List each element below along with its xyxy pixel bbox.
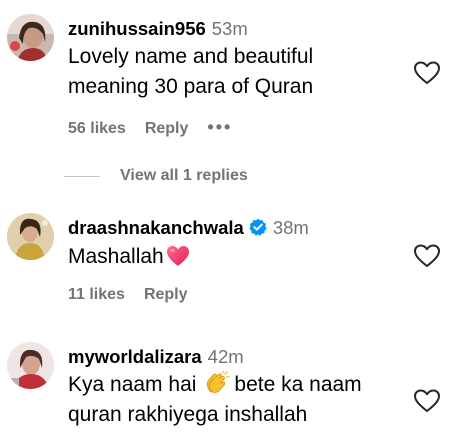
clapping-hands-emoji-icon [207,371,231,393]
like-heart-icon[interactable] [414,61,440,85]
comment-time: 42m [207,346,244,367]
username-link[interactable]: draashnakanchwala [68,217,244,238]
text-fragment: Kya naam hai [68,373,197,396]
avatar[interactable] [7,342,54,389]
comment-username[interactable]: zunihussain956 53m [68,18,248,40]
verified-badge-icon [249,218,267,236]
comment-text-line: meaning 30 para of Quran [68,75,314,98]
username-link[interactable]: zunihussain956 [68,18,206,39]
text-fragment: bete ka naam [234,373,362,396]
heart-emoji-icon [166,246,189,266]
reply-button[interactable]: Reply [144,286,188,303]
reply-button[interactable]: Reply [145,120,189,137]
like-heart-icon[interactable] [414,244,440,268]
like-heart-icon[interactable] [414,389,440,413]
avatar[interactable] [7,14,54,61]
comment-username[interactable]: draashnakanchwala 38m [68,217,309,239]
replies-divider [64,175,100,177]
comment-username[interactable]: myworldalizara 42m [68,346,244,368]
comment-time: 53m [211,18,248,39]
comment-text: Lovely name and beautiful meaning 30 par… [68,42,313,102]
username-link[interactable]: myworldalizara [68,346,202,367]
likes-count[interactable]: 56 likes [68,120,126,137]
comment-time: 38m [272,217,309,238]
comment-text-line: Kya naam hai bete ka naam [68,370,362,400]
view-replies-button[interactable]: View all 1 replies [64,165,248,187]
comment-meta: 11 likes Reply [68,286,207,304]
avatar[interactable] [7,213,54,260]
likes-count[interactable]: 11 likes [68,286,125,303]
comment-text: Mashallah [68,242,192,272]
comment-text-line: Mashallah [68,245,164,268]
comment-text-line: quran rakhiyega inshallah [68,403,308,426]
view-replies-label[interactable]: View all 1 replies [120,167,248,185]
more-options-icon[interactable]: ••• [207,117,232,137]
comment-text: Kya naam hai bete ka naam quran rakhiyeg… [68,370,362,430]
comment-text-line: Lovely name and beautiful [68,45,314,68]
comment-meta: 56 likes Reply ••• [68,117,251,138]
